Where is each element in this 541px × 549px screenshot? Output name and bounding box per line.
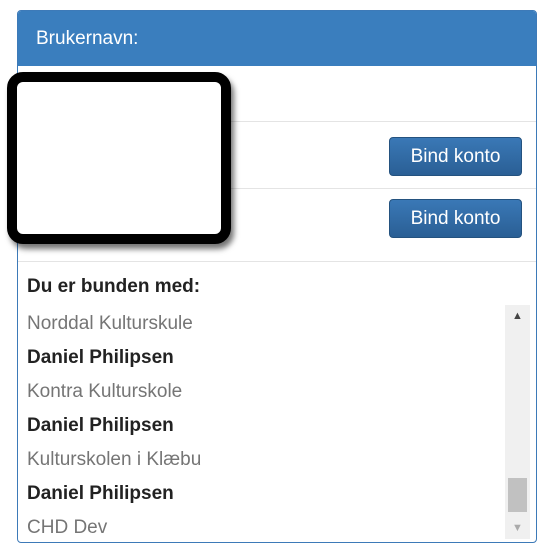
bound-heading: Du er bunden med: [27,276,201,297]
bound-list: Norddal Kulturskule Daniel Philipsen Kon… [27,307,487,545]
redaction-box [7,72,231,244]
scroll-down-icon[interactable]: ▼ [505,517,530,539]
scroll-up-icon[interactable]: ▲ [505,305,530,327]
bind-account-button[interactable]: Bind konto [389,199,522,238]
bound-organization: Kulturskolen i Klæbu [27,449,202,470]
bound-organization: CHD Dev [27,517,108,538]
bound-user: Daniel Philipsen [27,415,174,436]
panel-header: Brukernavn: [18,11,536,66]
bound-user: Daniel Philipsen [27,347,174,368]
bound-user: Daniel Philipsen [27,483,174,504]
scrollbar-thumb[interactable] [508,478,527,512]
panel-title: Brukernavn: [36,27,139,49]
bound-organization: Norddal Kulturskule [27,313,193,334]
bound-organization: Kontra Kulturskole [27,381,183,402]
vertical-scrollbar[interactable]: ▲ ▼ [505,305,530,539]
divider [18,261,536,262]
bind-account-button[interactable]: Bind konto [389,137,522,176]
